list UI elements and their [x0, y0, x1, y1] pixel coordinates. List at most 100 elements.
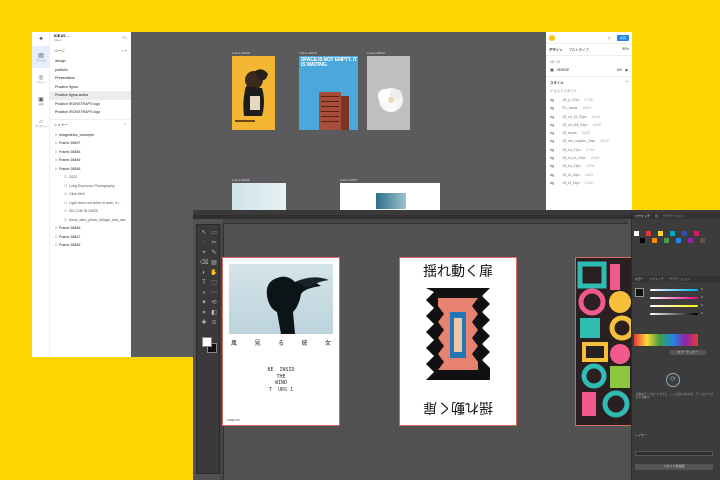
color-swatch[interactable]: [634, 231, 639, 236]
frame-blue[interactable]: Frame 28149 SPACE IS NOT EMPTY. IT IS WA…: [299, 51, 358, 130]
value-y[interactable]: 0: [701, 303, 703, 307]
tab-design[interactable]: デザイン: [549, 47, 563, 52]
file-header[interactable]: IDEAS ⌄ Ideas ▭: [50, 32, 131, 46]
frame-grey[interactable]: Frame 28150: [367, 51, 410, 130]
slider-m[interactable]: [650, 297, 698, 299]
add-style-icon[interactable]: +: [626, 80, 628, 85]
color-swatch[interactable]: [694, 231, 699, 236]
layer-item[interactable]: ⊡ Long Exposure Photography: [50, 182, 131, 191]
layer-item[interactable]: # Frame 28845: [50, 241, 131, 250]
dodge-tool-icon[interactable]: ◐: [200, 269, 208, 277]
gradient-tool-icon[interactable]: ▤: [210, 259, 218, 267]
layer-item[interactable]: # Frame 28848: [50, 165, 131, 174]
tab-color-gradient[interactable]: グラデーション: [669, 277, 690, 281]
value-m[interactable]: 0: [701, 295, 703, 299]
color-swatch[interactable]: [676, 238, 681, 243]
spot-heal-tool-icon[interactable]: ✦: [200, 299, 208, 307]
stamp-tool-icon[interactable]: ◧: [210, 309, 218, 317]
history-brush-icon[interactable]: ⟲: [210, 299, 218, 307]
slider-k[interactable]: [650, 313, 698, 315]
pen-tool-icon[interactable]: ✚: [200, 319, 208, 327]
eye-icon[interactable]: ◉: [625, 68, 628, 72]
rail-assets[interactable]: ◎ アセット: [32, 68, 50, 90]
text-style-item[interactable]: Ag JH_id_16px 16/22: [546, 171, 632, 179]
page-item[interactable]: Practice IRONSTRAPS logo: [50, 108, 131, 117]
hand-tool-icon[interactable]: ✋: [210, 269, 218, 277]
move-tool-icon[interactable]: ↖: [200, 229, 208, 237]
color-swatch[interactable]: [646, 231, 651, 236]
artboard-pop[interactable]: [575, 257, 637, 426]
page-item[interactable]: Practice figma works: [50, 91, 131, 100]
color-picker-button[interactable]: カラーピッカー: [670, 350, 706, 355]
marquee-tool-icon[interactable]: ▭: [210, 229, 218, 237]
frame-yellow[interactable]: Frame 28148: [232, 51, 275, 130]
color-swatch[interactable]: [658, 231, 663, 236]
color-swatch[interactable]: [670, 231, 675, 236]
slider-c[interactable]: [650, 289, 698, 291]
fg-color-swatch[interactable]: [635, 288, 644, 297]
frame-tool-icon[interactable]: ⬚: [210, 279, 218, 287]
bg-opacity[interactable]: 100: [616, 68, 622, 72]
layer-item[interactable]: ⊡ SILCOM IN DARK: [50, 207, 131, 216]
type-tool-icon[interactable]: T: [200, 279, 208, 287]
color-swatch[interactable]: [652, 238, 657, 243]
page-item[interactable]: Presentation: [50, 74, 131, 83]
text-style-item[interactable]: Ag JH_sd_m_20px 20/28: [546, 154, 632, 162]
rail-plugin[interactable]: ⌂ プラグイン: [32, 112, 50, 134]
page-item[interactable]: design: [50, 57, 131, 66]
play-icon[interactable]: ▷: [608, 36, 611, 40]
figma-logo-icon[interactable]: ✦: [32, 32, 50, 46]
sidebar-toggle-icon[interactable]: ▭: [122, 35, 127, 41]
bg-hex[interactable]: 5E5E5E: [557, 68, 569, 72]
value-c[interactable]: 0: [701, 287, 703, 291]
color-swatch[interactable]: [700, 238, 705, 243]
more-tools-icon[interactable]: ⋯: [210, 289, 218, 297]
layer-item[interactable]: # Frame 28846: [50, 224, 131, 233]
text-style-item[interactable]: Ag JH_cd_Bdi_33px 33/40: [546, 121, 632, 129]
slider-y[interactable]: [650, 305, 698, 307]
color-swatch[interactable]: [640, 238, 645, 243]
text-style-item[interactable]: Ag JH_sec_caption_25px 25/32: [546, 137, 632, 145]
color-swatch[interactable]: [664, 238, 669, 243]
bg-color-swatch[interactable]: [550, 68, 554, 72]
collapse-icon[interactable]: ⌃: [124, 123, 127, 128]
layer-item[interactable]: ⊡ 2022: [50, 173, 131, 182]
layer-item[interactable]: ⊡ Light does not shine in dark, it i...: [50, 199, 131, 208]
text-style-item[interactable]: Ag JH_frame 20/28: [546, 129, 632, 137]
layer-item[interactable]: # imagedetox_concepts: [50, 131, 131, 140]
layers-select[interactable]: [635, 451, 713, 456]
lasso-tool-icon[interactable]: ◌: [200, 239, 208, 247]
text-style-item[interactable]: Ag JH_p_27px 27/38: [546, 96, 632, 104]
add-style-button[interactable]: スタイルを追加: [635, 464, 713, 470]
layer-item[interactable]: ⊡ block_dark_photo_foliage_and_dar...: [50, 216, 131, 225]
layer-item[interactable]: ⊡ Click Me!!: [50, 190, 131, 199]
layer-item[interactable]: # Frame 28846: [50, 148, 131, 157]
eraser-tool-icon[interactable]: ⌫: [200, 259, 208, 267]
foreground-color-swatch[interactable]: [202, 337, 212, 347]
share-button[interactable]: 共有: [616, 34, 629, 41]
page-item[interactable]: Practice figma: [50, 83, 131, 92]
artboard-wind[interactable]: 風 見 る 彼 女 BE INSID THE WIND T URS 1 TAKE…: [222, 257, 340, 426]
artboard-door[interactable]: 揺れ動く扉 揺れ動く扉: [399, 257, 517, 426]
page-item[interactable]: Practice IRONSTRAPS logo: [50, 100, 131, 109]
tab-color[interactable]: 色: [655, 214, 658, 218]
crop-tool-icon[interactable]: ✂: [210, 239, 218, 247]
text-style-item[interactable]: Ag JH_id_14px 14/20: [546, 179, 632, 187]
tab-gradient[interactable]: グラデーション: [663, 214, 684, 218]
value-k[interactable]: 0: [701, 311, 703, 315]
hue-spectrum[interactable]: [634, 334, 698, 346]
tab-color-mode[interactable]: カラー: [635, 277, 644, 281]
color-swatch[interactable]: [688, 238, 693, 243]
layer-item[interactable]: # Frame 28697: [50, 139, 131, 148]
brush-tool-icon[interactable]: ✎: [210, 249, 218, 257]
tab-color-swatch[interactable]: スウォッチ: [649, 277, 664, 281]
layer-item[interactable]: # Frame 28845: [50, 156, 131, 165]
tab-prototype[interactable]: プロトタイプ: [569, 47, 589, 52]
page-bg-row[interactable]: 5E5E5E 100 ◉: [546, 67, 632, 73]
rail-image[interactable]: ▣ 画像: [32, 90, 50, 112]
add-page-icon[interactable]: +: [125, 49, 127, 53]
avatar[interactable]: [549, 34, 555, 41]
text-style-item[interactable]: Ag PG_frame 16/24: [546, 104, 632, 112]
zoom-level[interactable]: 50%: [622, 47, 629, 52]
page-item[interactable]: portfolio: [50, 66, 131, 75]
